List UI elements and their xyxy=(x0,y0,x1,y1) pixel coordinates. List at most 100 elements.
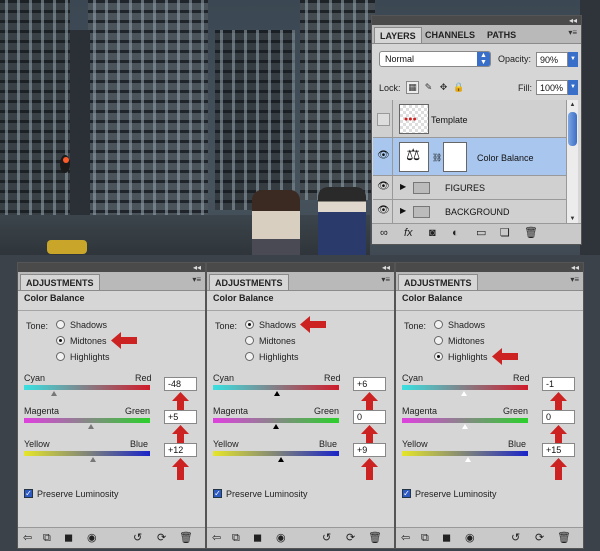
eye-icon[interactable]: ◉ xyxy=(276,532,286,545)
slider-knob[interactable] xyxy=(87,424,94,429)
slider-knob[interactable] xyxy=(462,424,468,429)
slider-value-input[interactable]: -48 xyxy=(164,377,197,391)
radio-highlights[interactable] xyxy=(56,352,65,361)
back-arrow-icon[interactable]: ⇦ xyxy=(212,532,221,545)
panel-menu-icon[interactable]: ▾≡ xyxy=(570,275,579,284)
visibility-toggle[interactable] xyxy=(375,100,393,137)
slider-value-input[interactable]: 0 xyxy=(542,410,575,424)
collapse-icon[interactable]: ◂◂ xyxy=(571,263,579,272)
lock-brush-icon[interactable]: ✎ xyxy=(423,82,434,93)
expand-triangle-icon[interactable]: ▶ xyxy=(400,206,406,215)
scroll-up-icon[interactable]: ▲ xyxy=(567,100,578,110)
visibility-mask-icon[interactable]: ◼ xyxy=(442,532,451,545)
clip-layer-icon[interactable]: ⧉ xyxy=(421,532,429,545)
reset-icon[interactable]: ⟳ xyxy=(535,532,544,545)
fill-input[interactable]: 100% xyxy=(536,80,568,95)
delete-icon[interactable]: 🗑 xyxy=(368,532,382,545)
adjustments-titlebar[interactable]: ◂◂ xyxy=(396,263,583,272)
reset-icon[interactable]: ⟳ xyxy=(157,532,166,545)
slider-knob[interactable] xyxy=(273,424,279,429)
scroll-thumb[interactable] xyxy=(568,112,577,146)
lock-transparency-icon[interactable]: ▦ xyxy=(406,81,419,94)
visibility-toggle[interactable]: 👁 xyxy=(375,200,393,224)
collapse-icon[interactable]: ◂◂ xyxy=(382,263,390,272)
slider-value-input[interactable]: -1 xyxy=(542,377,575,391)
new-layer-icon[interactable]: ❏ xyxy=(500,227,510,240)
slider-knob[interactable] xyxy=(278,457,285,462)
radio-shadows[interactable] xyxy=(56,320,65,329)
adjustments-titlebar[interactable]: ◂◂ xyxy=(207,263,394,272)
slider-value-input[interactable]: +5 xyxy=(164,410,197,424)
tab-layers[interactable]: LAYERS xyxy=(374,27,422,43)
layers-scrollbar[interactable]: ▲ ▼ xyxy=(566,100,578,224)
reset-icon[interactable]: ⟳ xyxy=(346,532,355,545)
delete-icon[interactable]: 🗑 xyxy=(179,532,193,545)
tab-channels[interactable]: CHANNELS xyxy=(420,27,480,43)
previous-state-icon[interactable]: ↺ xyxy=(133,532,142,545)
lock-all-icon[interactable]: 🔒 xyxy=(453,82,464,93)
previous-state-icon[interactable]: ↺ xyxy=(511,532,520,545)
layer-row-color-balance[interactable]: 👁 ⚖ ⛓ Color Balance xyxy=(373,138,569,176)
slider-knob[interactable] xyxy=(90,457,97,462)
layer-row-background[interactable]: 👁 ▶ BACKGROUND xyxy=(373,200,569,224)
slider-value-input[interactable]: +12 xyxy=(164,443,197,457)
visibility-toggle[interactable]: 👁 xyxy=(375,138,393,175)
layer-row-template[interactable]: ●●● Template xyxy=(373,100,569,138)
layer-mask-thumbnail[interactable] xyxy=(443,142,467,172)
slider-value-input[interactable]: 0 xyxy=(353,410,386,424)
color-slider-magenta-green[interactable] xyxy=(24,418,150,429)
slider-value-input[interactable]: +9 xyxy=(353,443,386,457)
slider-value-input[interactable]: +6 xyxy=(353,377,386,391)
clip-layer-icon[interactable]: ⧉ xyxy=(43,532,51,545)
color-slider-cyan-red[interactable] xyxy=(402,385,528,396)
eye-icon[interactable]: ◉ xyxy=(87,532,97,545)
panel-menu-icon[interactable]: ▾≡ xyxy=(192,275,201,284)
expand-triangle-icon[interactable]: ▶ xyxy=(400,182,406,191)
color-slider-yellow-blue[interactable] xyxy=(402,451,528,462)
preserve-luminosity-checkbox[interactable]: ✓ xyxy=(24,489,33,498)
opacity-input[interactable]: 90% xyxy=(536,52,568,67)
visibility-toggle[interactable]: 👁 xyxy=(375,176,393,199)
collapse-icon[interactable]: ◂◂ xyxy=(569,16,577,25)
slider-knob[interactable] xyxy=(460,391,467,396)
layers-panel-titlebar[interactable]: ◂◂ xyxy=(372,16,581,25)
color-slider-yellow-blue[interactable] xyxy=(213,451,339,462)
layer-style-icon[interactable]: fx xyxy=(404,227,413,240)
slider-knob[interactable] xyxy=(274,391,281,396)
tab-paths[interactable]: PATHS xyxy=(482,27,521,43)
color-slider-cyan-red[interactable] xyxy=(213,385,339,396)
back-arrow-icon[interactable]: ⇦ xyxy=(401,532,410,545)
link-chain-icon[interactable]: ⛓ xyxy=(432,153,442,162)
radio-shadows[interactable] xyxy=(245,320,254,329)
color-slider-cyan-red[interactable] xyxy=(24,385,150,396)
lock-move-icon[interactable]: ✥ xyxy=(438,82,449,93)
radio-midtones[interactable] xyxy=(56,336,65,345)
new-group-icon[interactable]: ▭ xyxy=(476,227,486,240)
color-slider-magenta-green[interactable] xyxy=(402,418,528,429)
color-slider-yellow-blue[interactable] xyxy=(24,451,150,462)
preserve-luminosity-checkbox[interactable]: ✓ xyxy=(402,489,411,498)
previous-state-icon[interactable]: ↺ xyxy=(322,532,331,545)
radio-highlights[interactable] xyxy=(434,352,443,361)
panel-menu-icon[interactable]: ▾≡ xyxy=(568,28,577,37)
radio-highlights[interactable] xyxy=(245,352,254,361)
eye-icon[interactable]: ◉ xyxy=(465,532,475,545)
tab-adjustments[interactable]: ADJUSTMENTS xyxy=(209,274,289,290)
adjustments-titlebar[interactable]: ◂◂ xyxy=(18,263,205,272)
link-layers-icon[interactable]: ∞ xyxy=(380,227,388,240)
clip-layer-icon[interactable]: ⧉ xyxy=(232,532,240,545)
color-slider-magenta-green[interactable] xyxy=(213,418,339,429)
tab-adjustments[interactable]: ADJUSTMENTS xyxy=(20,274,100,290)
delete-icon[interactable]: 🗑 xyxy=(557,532,571,545)
back-arrow-icon[interactable]: ⇦ xyxy=(23,532,32,545)
tab-adjustments[interactable]: ADJUSTMENTS xyxy=(398,274,478,290)
visibility-mask-icon[interactable]: ◼ xyxy=(253,532,262,545)
slider-knob[interactable] xyxy=(464,457,471,462)
layer-row-figures[interactable]: 👁 ▶ FIGURES xyxy=(373,176,569,200)
slider-knob[interactable] xyxy=(51,391,58,396)
visibility-mask-icon[interactable]: ◼ xyxy=(64,532,73,545)
radio-midtones[interactable] xyxy=(245,336,254,345)
opacity-dropdown-icon[interactable]: ▼ xyxy=(568,52,578,67)
blend-mode-select[interactable]: Normal ▲ ▼ xyxy=(379,51,491,67)
slider-value-input[interactable]: +15 xyxy=(542,443,575,457)
